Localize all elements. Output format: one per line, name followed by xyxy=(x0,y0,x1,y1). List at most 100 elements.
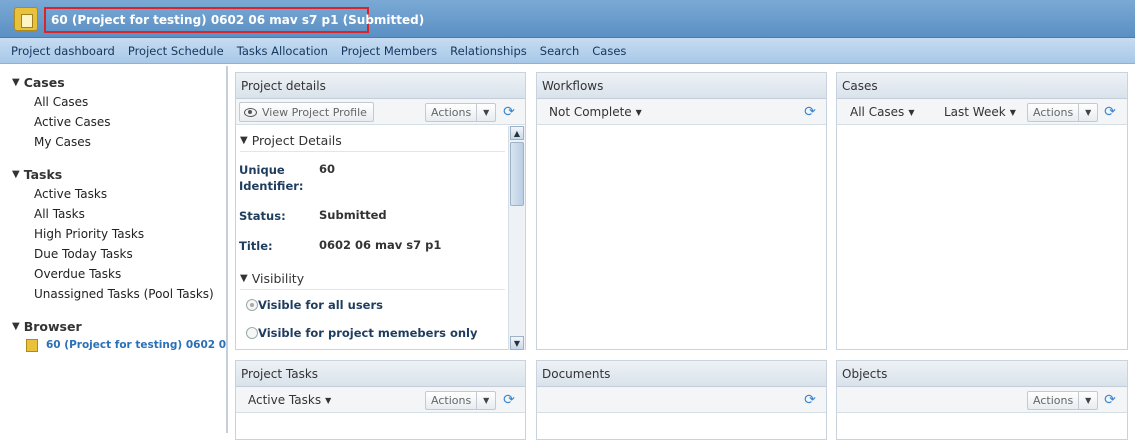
dropdown-label: All Cases xyxy=(850,105,905,119)
nav-project-schedule[interactable]: Project Schedule xyxy=(128,44,224,58)
dropdown-label: Not Complete xyxy=(549,105,632,119)
panel-toolbar: All Cases ▼ Last Week ▼ Actions ▼ ⟳ xyxy=(837,99,1127,125)
sidebar-item-high-priority-tasks[interactable]: High Priority Tasks xyxy=(34,224,226,244)
sidebar-section-label: Browser xyxy=(23,318,82,334)
nav-project-members[interactable]: Project Members xyxy=(341,44,437,58)
browser-item-label: 60 (Project for testing) 0602 06 mav s7 … xyxy=(46,339,226,351)
actions-label: Actions xyxy=(426,392,478,409)
actions-dropdown[interactable]: Actions ▼ xyxy=(425,391,497,410)
scroll-thumb[interactable] xyxy=(510,142,524,206)
actions-dropdown[interactable]: Actions ▼ xyxy=(1027,391,1099,410)
caret-down-icon: ▼ xyxy=(1085,396,1092,405)
triangle-down-icon: ▼ xyxy=(240,135,248,146)
panel-toolbar: Actions ▼ ⟳ xyxy=(837,387,1127,413)
refresh-icon[interactable]: ⟳ xyxy=(501,392,517,408)
refresh-icon[interactable]: ⟳ xyxy=(802,104,818,120)
panel-cases: Cases All Cases ▼ Last Week ▼ Actions ▼ ⟳ xyxy=(836,72,1128,350)
sidebar-item-all-cases[interactable]: All Cases xyxy=(34,92,226,112)
panel-objects: Objects Actions ▼ ⟳ xyxy=(836,360,1128,440)
app-header: 60 (Project for testing) 0602 06 mav s7 … xyxy=(0,0,1135,38)
actions-label: Actions xyxy=(1028,104,1080,121)
panel-title: Cases xyxy=(837,73,1127,99)
nav-search[interactable]: Search xyxy=(540,44,580,58)
scroll-up-icon[interactable]: ▲ xyxy=(510,126,524,140)
sidebar-section-label: Cases xyxy=(23,74,65,90)
project-icon xyxy=(14,7,38,31)
visibility-section[interactable]: ▼ Visibility xyxy=(240,268,505,290)
eye-icon xyxy=(244,107,257,117)
nav-relationships[interactable]: Relationships xyxy=(450,44,527,58)
caret-down-icon: ▼ xyxy=(908,108,915,117)
sidebar-item-active-tasks[interactable]: Active Tasks xyxy=(34,184,226,204)
field-status: Status: Submitted xyxy=(236,208,525,238)
radio-visible-members[interactable]: Visible for project memebers only xyxy=(236,326,525,350)
radio-label: Visible for project memebers only xyxy=(258,326,478,340)
triangle-down-icon: ▼ xyxy=(12,76,20,88)
field-label: Status: xyxy=(239,209,286,223)
refresh-icon[interactable]: ⟳ xyxy=(1102,104,1118,120)
caret-down-icon: ▼ xyxy=(483,396,490,405)
caret-down-icon: ▼ xyxy=(1009,108,1016,117)
main-nav: Project dashboard Project Schedule Tasks… xyxy=(0,38,1135,64)
panel-title: Workflows xyxy=(537,73,826,99)
sidebar-section-browser[interactable]: ▼ Browser xyxy=(12,316,226,336)
field-value: 0602 06 mav s7 p1 xyxy=(319,238,442,252)
sidebar-item-unassigned-tasks[interactable]: Unassigned Tasks (Pool Tasks) xyxy=(34,284,226,304)
radio-button[interactable] xyxy=(246,299,258,311)
project-icon xyxy=(26,338,38,352)
cases-filter-dropdown[interactable]: All Cases ▼ xyxy=(850,105,914,119)
refresh-icon[interactable]: ⟳ xyxy=(1102,392,1118,408)
nav-tasks-allocation[interactable]: Tasks Allocation xyxy=(237,44,328,58)
field-unique-identifier: Unique Identifier: 60 xyxy=(236,162,525,208)
actions-label: Actions xyxy=(1028,392,1080,409)
sidebar-item-overdue-tasks[interactable]: Overdue Tasks xyxy=(34,264,226,284)
field-value: Submitted xyxy=(319,208,387,222)
triangle-down-icon: ▼ xyxy=(240,273,248,284)
field-value: 60 xyxy=(319,162,336,176)
sidebar-section-tasks[interactable]: ▼ Tasks xyxy=(12,164,226,184)
caret-down-icon: ▼ xyxy=(325,396,332,405)
page-title-box: 60 (Project for testing) 0602 06 mav s7 … xyxy=(44,7,424,33)
section-label: Project Details xyxy=(251,133,342,148)
dropdown-label: Last Week xyxy=(944,105,1006,119)
field-label: Unique Identifier: xyxy=(239,163,304,193)
scrollbar[interactable]: ▲ ▼ xyxy=(508,126,525,350)
section-label: Visibility xyxy=(251,271,305,286)
refresh-icon[interactable]: ⟳ xyxy=(501,104,517,120)
panel-project-tasks: Project Tasks Active Tasks ▼ Actions ▼ ⟳ xyxy=(235,360,526,440)
caret-down-icon: ▼ xyxy=(635,108,642,117)
workflow-filter-dropdown[interactable]: Not Complete ▼ xyxy=(549,105,642,119)
triangle-down-icon: ▼ xyxy=(12,168,20,180)
sidebar-item-my-cases[interactable]: My Cases xyxy=(34,132,226,152)
refresh-icon[interactable]: ⟳ xyxy=(802,392,818,408)
browser-item-project[interactable]: 60 (Project for testing) 0602 06 mav s7 … xyxy=(26,336,226,354)
radio-visible-all[interactable]: Visible for all users xyxy=(236,298,525,326)
cases-period-dropdown[interactable]: Last Week ▼ xyxy=(944,105,1016,119)
panel-project-details: Project details View Project Profile Act… xyxy=(235,72,526,350)
nav-project-dashboard[interactable]: Project dashboard xyxy=(11,44,115,58)
sidebar-item-all-tasks[interactable]: All Tasks xyxy=(34,204,226,224)
view-project-profile-label: View Project Profile xyxy=(262,105,367,119)
actions-dropdown[interactable]: Actions ▼ xyxy=(1027,103,1099,122)
radio-button[interactable] xyxy=(246,327,258,339)
panel-title: Project details xyxy=(236,73,525,99)
sidebar-item-due-today-tasks[interactable]: Due Today Tasks xyxy=(34,244,226,264)
actions-dropdown[interactable]: Actions ▼ xyxy=(425,103,497,122)
project-details-content: ▼ Project Details Unique Identifier: 60 … xyxy=(236,126,525,350)
project-details-section[interactable]: ▼ Project Details xyxy=(240,130,505,152)
page-title: 60 (Project for testing) 0602 06 mav s7 … xyxy=(51,13,425,27)
tasks-filter-dropdown[interactable]: Active Tasks ▼ xyxy=(248,393,331,407)
scroll-down-icon[interactable]: ▼ xyxy=(510,336,524,350)
view-project-profile-button[interactable]: View Project Profile xyxy=(239,102,374,122)
panel-toolbar: View Project Profile Actions ▼ ⟳ xyxy=(236,99,525,125)
nav-cases[interactable]: Cases xyxy=(592,44,626,58)
field-title: Title: 0602 06 mav s7 p1 xyxy=(236,238,525,268)
panel-title: Project Tasks xyxy=(236,361,525,387)
panel-title: Documents xyxy=(537,361,826,387)
sidebar: ▼ Cases All Cases Active Cases My Cases … xyxy=(0,66,228,433)
sidebar-section-cases[interactable]: ▼ Cases xyxy=(12,72,226,92)
actions-label: Actions xyxy=(426,104,478,121)
triangle-down-icon: ▼ xyxy=(12,320,20,332)
panel-toolbar: Active Tasks ▼ Actions ▼ ⟳ xyxy=(236,387,525,413)
sidebar-item-active-cases[interactable]: Active Cases xyxy=(34,112,226,132)
